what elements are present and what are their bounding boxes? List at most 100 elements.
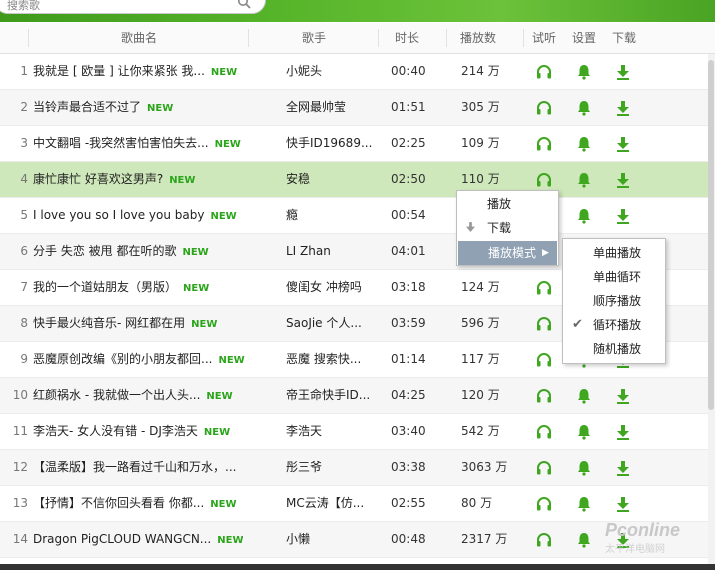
- download-icon[interactable]: [614, 63, 632, 81]
- song-title[interactable]: 康忙康忙 好喜欢这男声? NEW: [33, 162, 195, 197]
- song-title[interactable]: 分手 失恋 被甩 都在听的歌 NEW: [33, 234, 209, 269]
- mode-single[interactable]: 单曲播放: [563, 241, 665, 265]
- headphones-icon[interactable]: [535, 135, 553, 153]
- ringtone-bell-icon[interactable]: [575, 99, 593, 117]
- search-icon[interactable]: [237, 0, 251, 9]
- ringtone-bell-icon[interactable]: [575, 171, 593, 189]
- header-plays[interactable]: 播放数: [460, 23, 496, 53]
- header-divider: [446, 29, 447, 47]
- song-singer[interactable]: 帝王命快手ID...: [286, 378, 370, 413]
- headphones-icon[interactable]: [535, 459, 553, 477]
- song-number: 13: [12, 496, 28, 510]
- song-title[interactable]: 红颜祸水 - 我就做一个出人头... NEW: [33, 378, 233, 413]
- song-singer[interactable]: 彤三爷: [286, 450, 322, 485]
- mode-single-loop[interactable]: 单曲循环: [563, 265, 665, 289]
- song-title[interactable]: I love you so I love you baby NEW: [33, 198, 237, 233]
- headphones-icon[interactable]: [535, 351, 553, 369]
- download-icon[interactable]: [614, 171, 632, 189]
- download-icon[interactable]: [614, 459, 632, 477]
- song-title[interactable]: 我就是 [ 欧量 ] 让你来紧张 我... NEW: [33, 54, 237, 89]
- ringtone-bell-icon[interactable]: [575, 531, 593, 549]
- song-row[interactable]: 3 中文翻唱 -我突然害怕害怕失去... NEW 快手ID19689... 02:25 1…: [0, 126, 708, 162]
- song-number: 14: [12, 532, 28, 546]
- song-duration: 03:40: [391, 424, 426, 438]
- headphones-icon[interactable]: [535, 315, 553, 333]
- mode-loop[interactable]: ✔ 循环播放: [563, 313, 665, 337]
- song-singer[interactable]: MC云涛【仿...: [286, 486, 364, 521]
- new-badge: NEW: [218, 355, 245, 366]
- song-title[interactable]: 当铃声最合适不过了 NEW: [33, 90, 173, 125]
- song-title[interactable]: 中文翻唱 -我突然害怕害怕失去... NEW: [33, 126, 241, 161]
- song-singer[interactable]: SaoJie 个人...: [286, 306, 362, 341]
- song-title-text: 当铃声最合适不过了: [33, 100, 142, 114]
- new-badge: NEW: [206, 391, 233, 402]
- ringtone-bell-icon[interactable]: [575, 387, 593, 405]
- menu-item-download[interactable]: 下载: [457, 216, 558, 240]
- menu-item-play-mode[interactable]: 播放模式 ▶: [458, 241, 557, 265]
- ringtone-bell-icon[interactable]: [575, 495, 593, 513]
- song-row[interactable]: 11 李浩天- 女人没有错 - DJ李浩天 NEW 李浩天 03:40 542 万: [0, 414, 708, 450]
- song-row[interactable]: 2 当铃声最合适不过了 NEW 全网最帅莹 01:51 305 万: [0, 90, 708, 126]
- ringtone-bell-icon[interactable]: [575, 459, 593, 477]
- headphones-icon[interactable]: [535, 99, 553, 117]
- song-title[interactable]: 【抒情】不信你回头看看 你都... NEW: [33, 486, 237, 521]
- mode-random[interactable]: 随机播放: [563, 337, 665, 361]
- search-input[interactable]: 搜索歌: [7, 0, 40, 13]
- song-singer[interactable]: 李浩天: [286, 414, 322, 449]
- headphones-icon[interactable]: [535, 171, 553, 189]
- song-title[interactable]: 【温柔版】我一路看过千山和万水，...: [33, 450, 242, 485]
- song-singer[interactable]: 瘾: [286, 198, 298, 233]
- headphones-icon[interactable]: [535, 279, 553, 297]
- song-singer[interactable]: 小懒: [286, 522, 310, 557]
- play-mode-submenu: 单曲播放 单曲循环 顺序播放 ✔ 循环播放 随机播放: [562, 238, 666, 364]
- song-title[interactable]: 李浩天- 女人没有错 - DJ李浩天 NEW: [33, 414, 230, 449]
- headphones-icon[interactable]: [535, 387, 553, 405]
- menu-item-play-mode-label: 播放模式: [488, 246, 537, 260]
- song-plays: 542 万: [461, 424, 500, 438]
- song-singer[interactable]: 安稳: [286, 162, 310, 197]
- download-icon[interactable]: [614, 495, 632, 513]
- ringtone-bell-icon[interactable]: [575, 135, 593, 153]
- new-badge: NEW: [210, 67, 238, 78]
- headphones-icon[interactable]: [535, 495, 553, 513]
- header-listen: 试听: [532, 31, 557, 45]
- song-singer[interactable]: 傻闺女 冲榜吗: [286, 270, 362, 305]
- menu-item-play[interactable]: 播放: [457, 192, 558, 216]
- song-number: 7: [20, 280, 28, 294]
- header-singer[interactable]: 歌手: [302, 23, 326, 53]
- song-row[interactable]: 13 【抒情】不信你回头看看 你都... NEW MC云涛【仿... 02:55 80 万: [0, 486, 708, 522]
- download-icon[interactable]: [614, 99, 632, 117]
- download-icon[interactable]: [614, 423, 632, 441]
- header-duration[interactable]: 时长: [395, 23, 419, 53]
- headphones-icon[interactable]: [535, 531, 553, 549]
- song-row[interactable]: 4 康忙康忙 好喜欢这男声? NEW 安稳 02:50 110 万: [0, 162, 708, 198]
- header-title[interactable]: 歌曲名: [121, 23, 157, 53]
- song-singer[interactable]: 小妮头: [286, 54, 322, 89]
- scrollbar-thumb[interactable]: [708, 60, 714, 410]
- song-row[interactable]: 5 I love you so I love you baby NEW 瘾 00:54: [0, 198, 708, 234]
- song-title[interactable]: 快手最火纯音乐- 网红都在用 NEW: [33, 306, 217, 341]
- song-row[interactable]: 12 【温柔版】我一路看过千山和万水，... 彤三爷 03:38 3063 万: [0, 450, 708, 486]
- search-box[interactable]: 搜索歌: [0, 0, 266, 14]
- song-singer[interactable]: 快手ID19689...: [286, 126, 372, 161]
- download-icon[interactable]: [614, 387, 632, 405]
- song-row[interactable]: 1 我就是 [ 欧量 ] 让你来紧张 我... NEW 小妮头 00:40 214 万: [0, 54, 708, 90]
- mode-sequential[interactable]: 顺序播放: [563, 289, 665, 313]
- headphones-icon[interactable]: [535, 63, 553, 81]
- song-row[interactable]: 10 红颜祸水 - 我就做一个出人头... NEW 帝王命快手ID... 04:25 12…: [0, 378, 708, 414]
- ringtone-bell-icon[interactable]: [575, 63, 593, 81]
- headphones-icon[interactable]: [535, 423, 553, 441]
- song-singer[interactable]: 全网最帅莹: [286, 90, 346, 125]
- song-title[interactable]: 我的一个道姑朋友（男版） NEW: [33, 270, 209, 305]
- song-title[interactable]: 恶魔原创改编《别的小朋友都回... NEW: [33, 342, 245, 377]
- song-row[interactable]: 14 Dragon PigCLOUD WANGCN... NEW 小懒 00:48 231…: [0, 522, 708, 558]
- song-singer[interactable]: 恶魔 搜索快...: [286, 342, 361, 377]
- ringtone-bell-icon[interactable]: [575, 423, 593, 441]
- song-plays: 109 万: [461, 136, 500, 150]
- download-icon[interactable]: [614, 207, 632, 225]
- ringtone-bell-icon[interactable]: [575, 207, 593, 225]
- download-icon[interactable]: [614, 135, 632, 153]
- song-singer[interactable]: LI Zhan: [286, 234, 331, 269]
- song-title[interactable]: Dragon PigCLOUD WANGCN... NEW: [33, 522, 243, 557]
- song-title-text: 【温柔版】我一路看过千山和万水，...: [33, 460, 237, 474]
